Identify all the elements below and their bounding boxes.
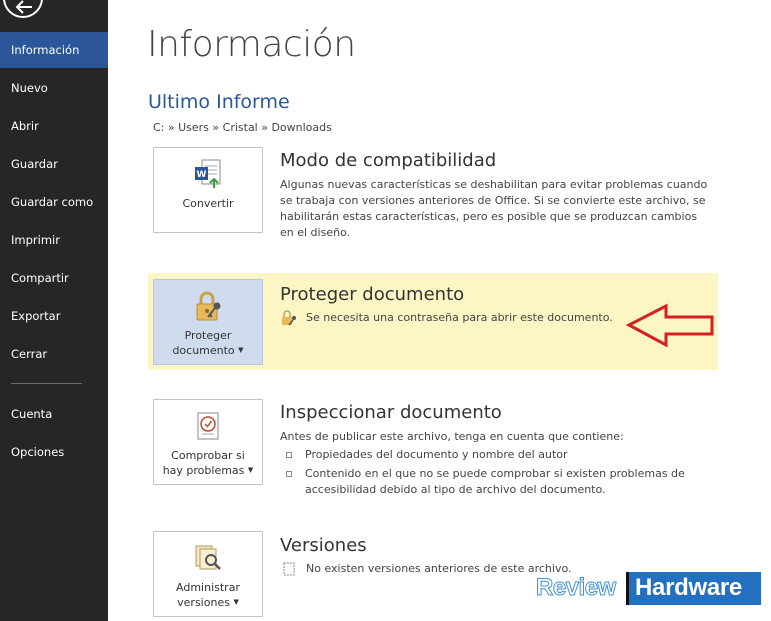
protect-document-label: Proteger documento ▼: [172, 329, 244, 357]
protect-document-button[interactable]: Proteger documento ▼: [153, 279, 263, 365]
page-title: Información: [147, 24, 356, 65]
versions-title: Versiones: [280, 535, 367, 556]
document-name: Ultimo Informe: [148, 91, 290, 113]
convert-button[interactable]: W Convertir: [153, 147, 263, 233]
document-search-icon: [195, 545, 221, 570]
nav-nuevo[interactable]: Nuevo: [0, 70, 108, 106]
check-issues-button[interactable]: Comprobar si hay problemas ▼: [153, 399, 263, 485]
protect-status: Se necesita una contraseña para abrir es…: [280, 310, 613, 326]
nav-compartir[interactable]: Compartir: [0, 260, 108, 296]
chevron-down-icon: ▼: [238, 346, 244, 354]
inspect-intro: Antes de publicar este archivo, tenga en…: [280, 430, 624, 443]
nav-guardar-como[interactable]: Guardar como: [0, 184, 108, 220]
versions-status: No existen versiones anteriores de este …: [282, 562, 572, 576]
nav-separator: [11, 383, 82, 384]
nav-guardar[interactable]: Guardar: [0, 146, 108, 182]
protect-title: Proteger documento: [280, 284, 465, 305]
compat-description: Algunas nuevas características se deshab…: [280, 178, 708, 239]
inspect-section: Comprobar si hay problemas ▼ Inspeccionar…: [148, 397, 718, 497]
inspect-bullet: Contenido en el que no se puede comproba…: [280, 466, 710, 498]
back-button[interactable]: [3, 0, 43, 18]
document-small-icon: [283, 562, 295, 576]
bullet-icon: [286, 452, 292, 458]
watermark-logo: Review Hardware: [534, 571, 766, 607]
inspect-bullet: Propiedades del documento y nombre del a…: [280, 447, 710, 463]
convert-label: Convertir: [182, 197, 234, 210]
watermark-hardware: Hardware: [635, 574, 742, 601]
nav-imprimir[interactable]: Imprimir: [0, 222, 108, 258]
document-check-icon: [197, 412, 219, 440]
nav-exportar[interactable]: Exportar: [0, 298, 108, 334]
backstage-sidebar: Información Nuevo Abrir Guardar Guardar …: [0, 0, 108, 621]
nav-cuenta[interactable]: Cuenta: [0, 396, 108, 432]
lock-key-small-icon: [282, 310, 296, 326]
document-path[interactable]: C: » Users » Cristal » Downloads: [153, 121, 332, 134]
compat-title: Modo de compatibilidad: [280, 150, 497, 171]
nav-abrir[interactable]: Abrir: [0, 108, 108, 144]
svg-text:W: W: [197, 170, 207, 180]
word-convert-icon: W: [195, 159, 221, 188]
lock-key-icon: [196, 291, 221, 321]
nav-opciones[interactable]: Opciones: [0, 434, 108, 470]
watermark-hardware-box: Hardware: [626, 572, 761, 605]
bullet-icon: [286, 471, 292, 477]
red-arrow-icon: [626, 303, 714, 348]
back-arrow-icon: [15, 0, 32, 14]
nav-cerrar[interactable]: Cerrar: [0, 336, 108, 372]
watermark-review: Review: [536, 574, 617, 602]
chevron-down-icon: ▼: [247, 466, 254, 474]
compat-section: W Convertir Modo de compatibilidad Algun…: [148, 145, 718, 245]
manage-versions-label: Administrar versiones ▼: [176, 581, 240, 609]
nav-informacion[interactable]: Información: [0, 32, 108, 68]
inspect-title: Inspeccionar documento: [280, 402, 502, 423]
check-issues-label: Comprobar si hay problemas ▼: [162, 449, 254, 477]
manage-versions-button[interactable]: Administrar versiones ▼: [153, 531, 263, 617]
chevron-down-icon: ▼: [233, 598, 239, 606]
